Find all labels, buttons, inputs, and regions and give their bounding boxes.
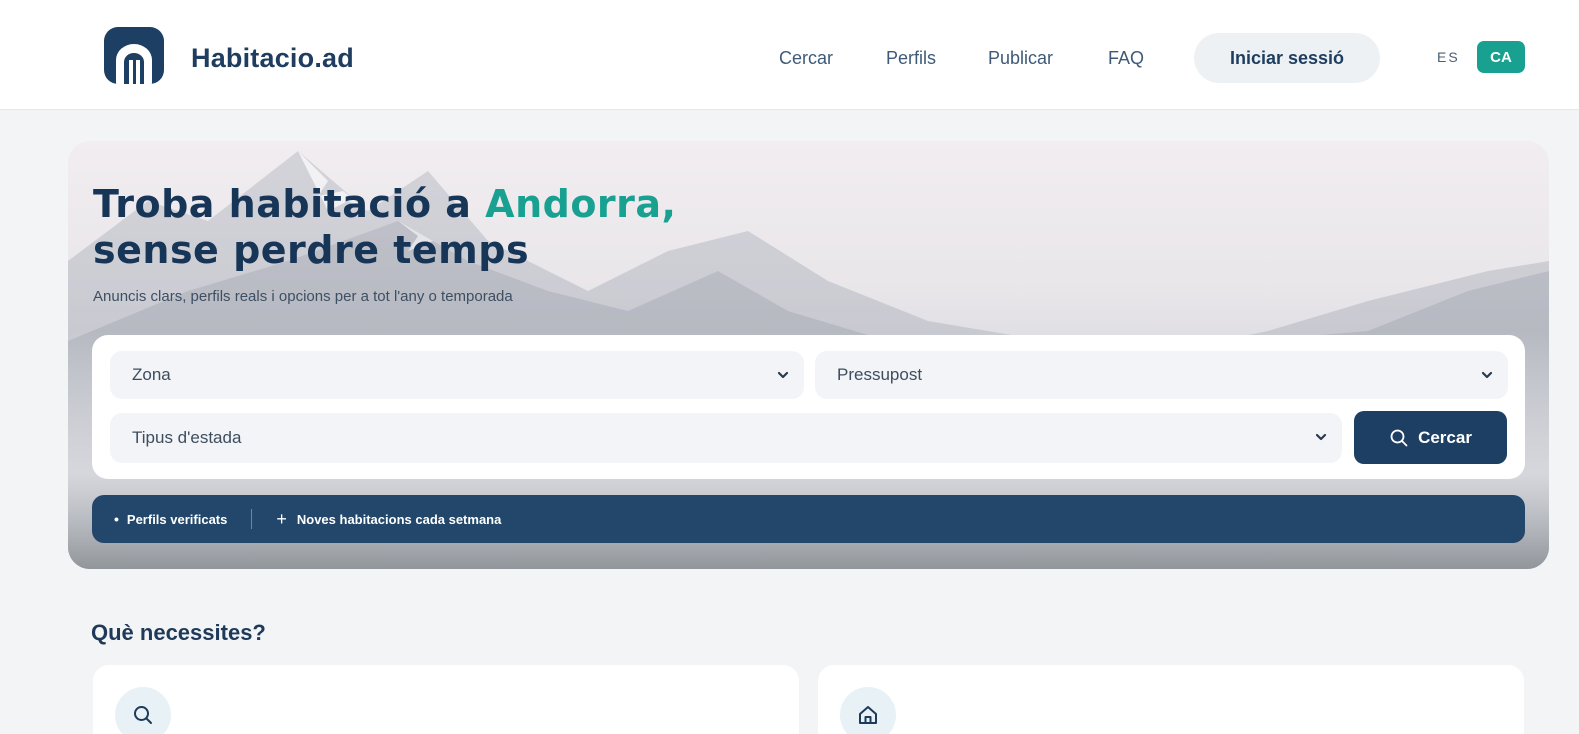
chevron-down-icon [1315, 433, 1327, 441]
chevron-down-icon [1481, 371, 1493, 379]
login-button[interactable]: Iniciar sessió [1194, 33, 1380, 83]
badge-verified: Perfils verificats [126, 511, 228, 527]
home-icon [840, 687, 896, 734]
brand-name[interactable]: Habitacio.ad [191, 43, 354, 74]
hero-title-accent: Andorra, [485, 182, 677, 226]
pressupost-select-label: Pressupost [837, 365, 923, 384]
badge-new-rooms: Noves habitacions cada setmana [296, 511, 502, 527]
lang-es-toggle[interactable]: ES [1437, 49, 1460, 65]
nav-link-publicar[interactable]: Publicar [988, 48, 1053, 69]
badge-divider [251, 509, 253, 529]
search-button[interactable]: Cercar [1354, 411, 1507, 464]
hero-title-part1: Troba habitació a [93, 182, 486, 226]
zona-select[interactable]: Zona [110, 351, 804, 399]
search-form: Zona Pressupost Tipus d'estada Cercar [92, 335, 1525, 479]
search-icon [1390, 429, 1408, 446]
lang-ca-toggle[interactable]: CA [1477, 41, 1525, 73]
hero-banner: Troba habitació a Andorra, sense perdre … [68, 141, 1549, 569]
zona-select-label: Zona [132, 365, 171, 384]
option-card-publish[interactable] [818, 665, 1524, 734]
tipus-estada-label: Tipus d'estada [132, 428, 242, 447]
nav-link-faq[interactable]: FAQ [1108, 48, 1144, 69]
logo-icon[interactable] [104, 27, 164, 84]
nav-link-perfils[interactable]: Perfils [886, 48, 936, 69]
plus-icon: + [276, 508, 287, 529]
section-title: Què necessites? [91, 620, 266, 645]
nav-link-cercar[interactable]: Cercar [779, 48, 833, 69]
chevron-down-icon [777, 371, 789, 379]
site-header: Habitacio.ad Cercar Perfils Publicar FAQ… [0, 0, 1579, 110]
hero-subtitle: Anuncis clars, perfils reals i opcions p… [93, 288, 513, 305]
search-button-label: Cercar [1418, 427, 1472, 447]
tipus-estada-select[interactable]: Tipus d'estada [110, 413, 1342, 463]
hero-title-line2: sense perdre temps [93, 228, 530, 272]
bullet-icon: • [114, 511, 119, 527]
pressupost-select[interactable]: Pressupost [815, 351, 1508, 399]
search-icon [115, 687, 171, 734]
feature-badges: • Perfils verificats + Noves habitacions… [92, 495, 1525, 543]
option-card-search[interactable] [93, 665, 799, 734]
hero-title: Troba habitació a Andorra, sense perdre … [93, 181, 676, 273]
